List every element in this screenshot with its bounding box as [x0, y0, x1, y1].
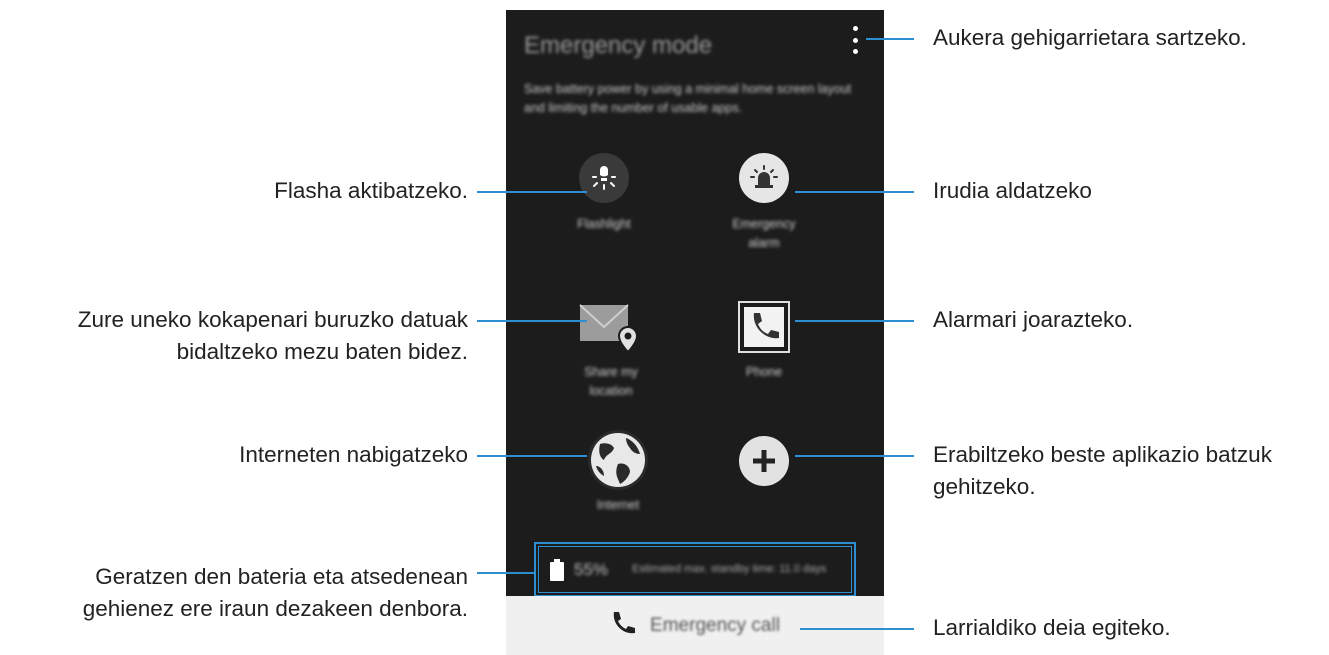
callout-line-more-options — [866, 38, 914, 40]
annotation-internet: Interneten nabigatzeko — [239, 442, 468, 467]
siren-icon — [739, 153, 789, 203]
annotation-battery-line2: gehienez ere iraun dezakeen denbora. — [82, 596, 468, 621]
callout-line-internet — [477, 455, 587, 457]
phone-icon — [610, 610, 636, 641]
callout-line-alarm — [795, 191, 914, 193]
callout-line-add — [795, 455, 914, 457]
annotation-phone: Alarmari joarazteko. — [933, 307, 1134, 332]
battery-icon — [550, 558, 564, 581]
app-label: Phone — [745, 365, 783, 379]
more-options-icon[interactable] — [843, 24, 867, 56]
app-label: Internet — [596, 498, 640, 512]
app-emergency-alarm[interactable]: Emergency alarm — [689, 153, 839, 253]
app-label: Share my location — [584, 365, 638, 398]
screen-description: Save battery power by using a minimal ho… — [524, 82, 852, 115]
annotation-battery-line1: Geratzen den bateria eta atsedenean — [95, 564, 468, 589]
callout-line-flashlight — [477, 191, 587, 193]
annotation-add-line1: Erabiltzeko beste aplikazio batzuk — [933, 442, 1272, 467]
annotation-share-location-line1: Zure uneko kokapenari buruzko datuak — [77, 307, 468, 332]
add-icon — [739, 436, 789, 486]
battery-estimate: Estimated max. standby time: 11.0 days — [632, 563, 827, 575]
annotation-add-line2: gehitzeko. — [933, 474, 1036, 499]
app-share-location[interactable]: Share my location — [536, 297, 686, 401]
app-flashlight[interactable]: Flashlight — [529, 153, 679, 234]
annotation-alarm: Irudia aldatzeko — [933, 178, 1092, 203]
battery-percent: 55% — [574, 559, 609, 579]
emergency-mode-screen: Emergency mode Save battery power by usi… — [506, 10, 884, 655]
app-label: Emergency alarm — [732, 217, 796, 250]
callout-line-emergency-call — [800, 628, 914, 630]
callout-line-phone — [795, 320, 914, 322]
screen-title: Emergency mode — [524, 32, 713, 59]
annotation-flashlight: Flasha aktibatzeko. — [274, 178, 468, 203]
annotation-more-options: Aukera gehigarrietara sartzeko. — [933, 25, 1247, 50]
app-internet[interactable]: Internet — [543, 430, 693, 515]
callout-line-battery — [477, 572, 534, 574]
flashlight-icon — [579, 153, 629, 203]
annotation-emergency-call: Larrialdiko deia egiteko. — [933, 615, 1171, 640]
callout-line-share-location — [477, 320, 587, 322]
app-label: Flashlight — [577, 217, 631, 231]
globe-icon — [588, 430, 648, 490]
share-location-icon — [578, 297, 644, 357]
emergency-call-button[interactable]: Emergency call — [506, 596, 884, 655]
app-add[interactable] — [689, 436, 839, 498]
emergency-call-label: Emergency call — [650, 614, 780, 636]
battery-status: 55% Estimated max. standby time: 11.0 da… — [534, 542, 856, 597]
app-phone[interactable]: Phone — [689, 301, 839, 382]
phone-icon — [738, 301, 790, 353]
annotation-share-location-line2: bidaltzeko mezu baten bidez. — [176, 339, 468, 364]
